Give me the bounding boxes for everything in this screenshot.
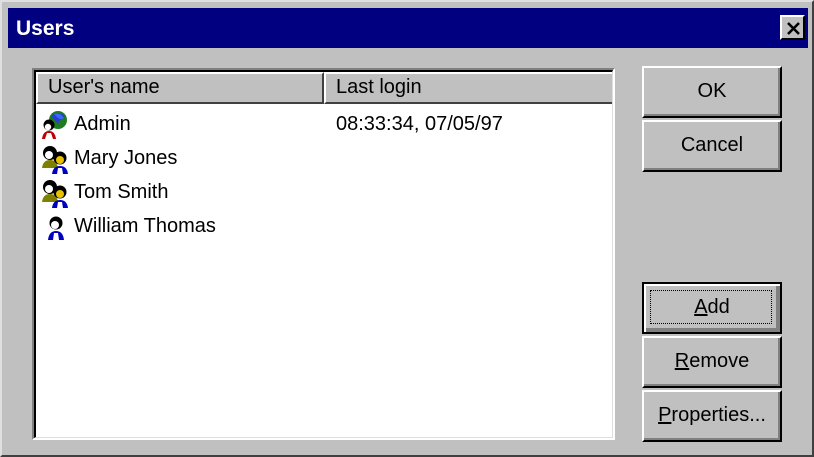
user-group-icon [42,146,68,174]
last-login-value: 08:33:34, 07/05/97 [336,113,503,135]
remove-label-rest: emove [689,350,750,372]
close-icon [787,22,800,35]
user-icon [48,216,64,240]
list-item[interactable]: Admin 08:33:34, 07/05/97 [36,108,612,142]
window-title: Users [16,17,75,40]
cancel-button[interactable]: Cancel [642,120,782,172]
user-name: Mary Jones [74,147,178,169]
add-label-rest: dd [707,296,730,318]
list-item[interactable]: Mary Jones [36,142,612,176]
properties-label-rest: roperties... [671,404,766,426]
remove-mnemonic: R [674,350,690,372]
ok-button[interactable]: OK [642,66,782,118]
properties-mnemonic: P [658,404,672,426]
user-group-icon [42,180,68,208]
list-item[interactable]: William Thomas [36,210,612,244]
users-dialog: Users User's name Last login Admin 08:33… [0,0,814,457]
close-button[interactable] [780,15,805,40]
remove-button[interactable]: Remove [642,336,782,388]
user-name: William Thomas [74,215,216,237]
user-name: Tom Smith [74,181,169,203]
column-header-users-name[interactable]: User's name [36,72,324,104]
admin-user-icon [42,111,67,139]
add-button[interactable]: Add [642,282,782,334]
list-item[interactable]: Tom Smith [36,176,612,210]
title-bar[interactable]: Users [8,8,808,48]
user-name: Admin [74,113,131,135]
add-mnemonic: A [694,296,708,318]
properties-button[interactable]: Properties... [642,390,782,442]
column-header-last-login[interactable]: Last login [324,72,612,104]
users-list[interactable]: User's name Last login Admin 08:33:34, 0… [32,68,615,440]
